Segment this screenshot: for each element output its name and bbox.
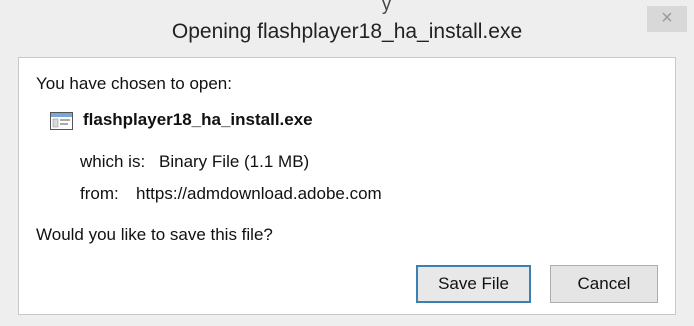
title-bar[interactable]: y Opening flashplayer18_ha_install.exe × [0, 0, 694, 43]
executable-file-icon [50, 112, 73, 130]
window-title: Opening flashplayer18_ha_install.exe [171, 20, 523, 43]
file-type-value: Binary File (1.1 MB) [159, 152, 310, 171]
download-dialog-window: y Opening flashplayer18_ha_install.exe ×… [0, 0, 694, 326]
save-file-button[interactable]: Save File [416, 265, 531, 303]
cancel-button[interactable]: Cancel [550, 265, 658, 303]
close-icon: × [661, 7, 673, 29]
save-question: Would you like to save this file? [36, 225, 273, 244]
file-type-label: which is: [80, 152, 146, 171]
title-cutoff-fragment: y [382, 0, 391, 14]
file-source-value: https://admdownload.adobe.com [136, 184, 382, 203]
file-name: flashplayer18_ha_install.exe [83, 110, 313, 129]
open-intro-text: You have chosen to open: [36, 74, 232, 93]
dialog-content: You have chosen to open: flashplayer18_h… [18, 57, 676, 315]
close-button[interactable]: × [647, 6, 687, 32]
file-source-label: from: [80, 184, 119, 203]
